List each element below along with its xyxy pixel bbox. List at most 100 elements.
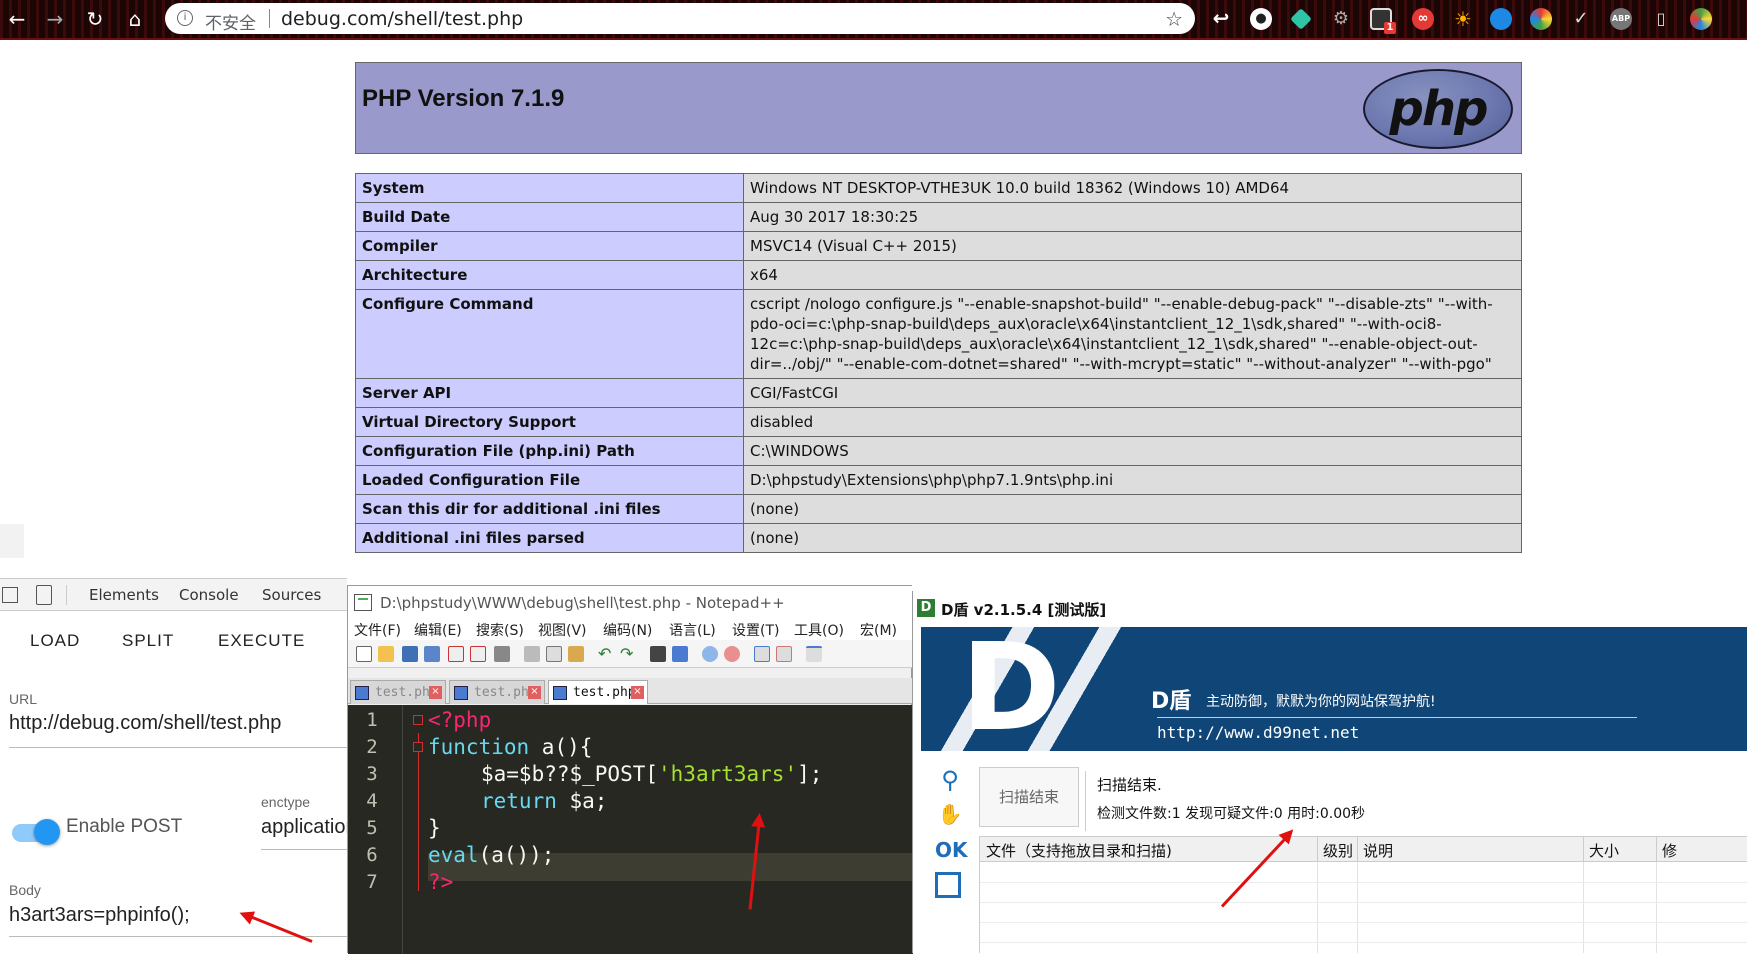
ok-icon[interactable]: OK bbox=[935, 838, 968, 868]
sync-v-icon[interactable] bbox=[754, 646, 770, 662]
undo-icon[interactable]: ↶ bbox=[598, 646, 614, 662]
menu-tools[interactable]: 工具(O) bbox=[794, 620, 844, 640]
redo-icon[interactable]: ↷ bbox=[620, 646, 636, 662]
extension-palette-icon[interactable] bbox=[1690, 8, 1712, 30]
page-scroll-tab bbox=[0, 524, 24, 558]
load-button[interactable]: LOAD bbox=[30, 631, 80, 651]
enable-post-toggle-knob[interactable] bbox=[34, 819, 60, 845]
address-bar[interactable]: i 不安全 debug.com/shell/test.php ☆ bbox=[165, 3, 1195, 34]
code-line-4: return $a; bbox=[481, 789, 607, 813]
menu-language[interactable]: 语言(L) bbox=[669, 620, 716, 640]
close-tab-icon[interactable]: × bbox=[631, 686, 644, 699]
replace-icon[interactable] bbox=[672, 646, 688, 662]
code-editor[interactable]: 1 2 3 4 5 6 7 <?php function a(){ $a=$b?… bbox=[348, 705, 913, 954]
reply-icon[interactable]: ↩ bbox=[1210, 8, 1232, 30]
wrap-icon[interactable] bbox=[806, 646, 822, 662]
banner-url[interactable]: http://www.d99net.net bbox=[1157, 723, 1359, 742]
scan-search-icon[interactable]: ⚲ bbox=[935, 766, 965, 796]
copy-icon[interactable] bbox=[546, 646, 562, 662]
extension-badge-icon[interactable]: 1 bbox=[1370, 8, 1396, 34]
close-file-icon[interactable] bbox=[448, 646, 464, 662]
phpinfo-row: Scan this dir for additional .ini files(… bbox=[355, 494, 1522, 524]
sync-h-icon[interactable] bbox=[776, 646, 792, 662]
menu-view[interactable]: 视图(V) bbox=[538, 620, 587, 640]
column-description[interactable]: 说明 bbox=[1363, 840, 1393, 861]
new-file-icon[interactable] bbox=[356, 646, 372, 662]
extension-abp-icon[interactable]: ABP bbox=[1610, 8, 1632, 30]
menu-search[interactable]: 搜索(S) bbox=[476, 620, 524, 640]
code-line-5: } bbox=[428, 816, 441, 840]
column-level[interactable]: 级别 bbox=[1323, 840, 1353, 861]
url-field[interactable]: http://debug.com/shell/test.php bbox=[9, 712, 344, 735]
column-modified[interactable]: 修 bbox=[1662, 840, 1677, 861]
tab-sources[interactable]: Sources bbox=[262, 586, 321, 604]
enctype-select[interactable]: application/x-www-form-urlencoded bbox=[261, 816, 347, 839]
save-all-icon[interactable] bbox=[424, 646, 440, 662]
zoom-in-icon[interactable] bbox=[702, 646, 718, 662]
menu-edit[interactable]: 编辑(E) bbox=[414, 620, 462, 640]
file-tab[interactable]: test.php × bbox=[449, 680, 545, 704]
grid-line bbox=[980, 922, 1747, 923]
phpinfo-key: Build Date bbox=[355, 202, 744, 232]
bookmark-star-icon[interactable]: ☆ bbox=[1165, 7, 1183, 31]
extension-sun-icon[interactable]: ☀ bbox=[1452, 8, 1474, 30]
file-tab[interactable]: test.php × bbox=[350, 680, 446, 704]
close-tab-icon[interactable]: × bbox=[528, 686, 541, 699]
paste-icon[interactable] bbox=[568, 646, 584, 662]
grid-line bbox=[980, 942, 1747, 943]
print-icon[interactable] bbox=[494, 646, 510, 662]
menu-macro[interactable]: 宏(M) bbox=[860, 620, 897, 640]
keyword: return bbox=[481, 789, 557, 813]
phpinfo-key: System bbox=[355, 173, 744, 203]
home-icon[interactable]: ⌂ bbox=[122, 6, 148, 32]
menu-settings[interactable]: 设置(T) bbox=[732, 620, 779, 640]
keyword: function bbox=[428, 735, 530, 759]
file-tab-active[interactable]: test.php × bbox=[548, 680, 648, 704]
zoom-out-icon[interactable] bbox=[724, 646, 740, 662]
fold-guide bbox=[418, 733, 419, 891]
device-toggle-icon[interactable] bbox=[36, 585, 52, 605]
hand-icon[interactable]: ✋ bbox=[935, 802, 965, 832]
execute-button[interactable]: EXECUTE bbox=[218, 631, 305, 651]
extension-infinity-icon[interactable]: ∞ bbox=[1412, 8, 1434, 30]
url-text[interactable]: debug.com/shell/test.php bbox=[281, 8, 523, 30]
find-icon[interactable] bbox=[650, 646, 666, 662]
body-field[interactable]: h3art3ars=phpinfo(); bbox=[9, 904, 344, 927]
phpinfo-row: System Windows NT DESKTOP-VTHE3UK 10.0 bu… bbox=[355, 173, 1522, 203]
url-underline bbox=[9, 747, 347, 748]
column-size[interactable]: 大小 bbox=[1589, 840, 1619, 861]
phpinfo-key: Virtual Directory Support bbox=[355, 407, 744, 437]
tools-icon[interactable] bbox=[935, 872, 961, 898]
scan-button[interactable]: 扫描结束 bbox=[979, 767, 1079, 827]
tab-console[interactable]: Console bbox=[179, 586, 239, 604]
cut-icon[interactable] bbox=[524, 646, 540, 662]
phpinfo-value: CGI/FastCGI bbox=[743, 378, 1522, 408]
extension-check-icon[interactable]: ✓ bbox=[1570, 8, 1592, 30]
line-number: 4 bbox=[366, 790, 378, 812]
file-icon bbox=[553, 686, 567, 700]
dshield-banner: D D盾 主动防御，默默为你的网站保驾护航! http://www.d99net… bbox=[921, 627, 1747, 751]
fold-marker-icon[interactable] bbox=[413, 742, 423, 752]
forward-icon[interactable]: → bbox=[42, 6, 68, 32]
extension-chat-icon[interactable]: ● bbox=[1250, 8, 1272, 30]
results-table-body[interactable] bbox=[979, 862, 1747, 953]
info-icon[interactable]: i bbox=[177, 10, 193, 26]
extension-bookmark-icon[interactable]: ▯ bbox=[1650, 8, 1672, 30]
inspect-icon[interactable] bbox=[2, 587, 18, 603]
save-icon[interactable] bbox=[402, 646, 418, 662]
tab-elements[interactable]: Elements bbox=[89, 586, 159, 604]
column-file[interactable]: 文件（支持拖放目录和扫描) bbox=[986, 840, 1172, 861]
extension-diamond-icon[interactable] bbox=[1290, 8, 1312, 30]
close-tab-icon[interactable]: × bbox=[429, 686, 442, 699]
close-all-icon[interactable] bbox=[470, 646, 486, 662]
fold-marker-icon[interactable] bbox=[413, 715, 423, 725]
open-file-icon[interactable] bbox=[378, 646, 394, 662]
menu-file[interactable]: 文件(F) bbox=[354, 620, 401, 640]
extension-gear-icon[interactable]: ⚙ bbox=[1330, 8, 1352, 30]
reload-icon[interactable]: ↻ bbox=[82, 6, 108, 32]
menu-encoding[interactable]: 编码(N) bbox=[603, 620, 652, 640]
back-icon[interactable]: ← bbox=[4, 6, 30, 32]
extension-globe-icon[interactable] bbox=[1490, 8, 1512, 30]
extension-color-icon[interactable] bbox=[1530, 8, 1552, 30]
split-button[interactable]: SPLIT bbox=[122, 631, 174, 651]
